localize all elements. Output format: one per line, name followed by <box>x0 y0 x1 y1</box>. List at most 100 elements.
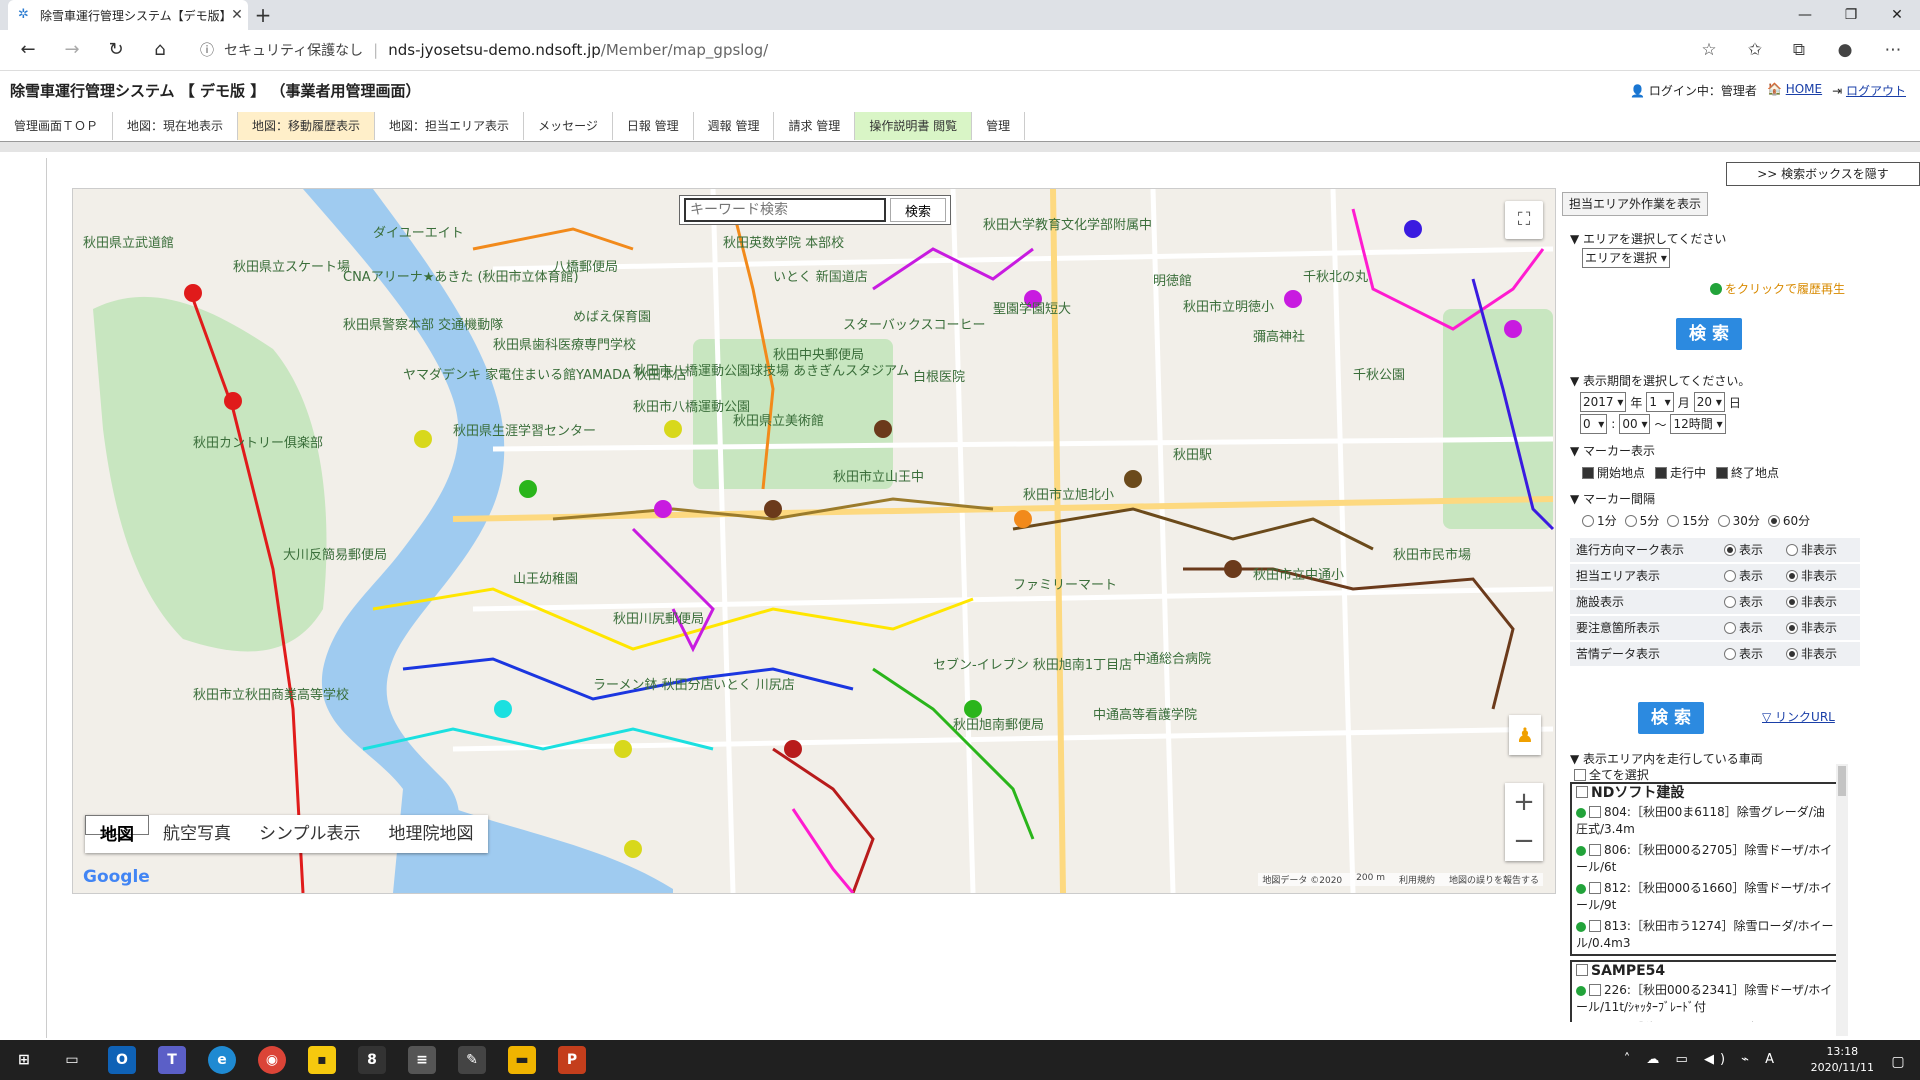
play-icon[interactable] <box>1576 883 1586 894</box>
nav-tab[interactable]: 日報 管理 <box>612 112 694 140</box>
minute-select[interactable]: 00 ▾ <box>1619 414 1651 434</box>
checkbox-icon[interactable] <box>1589 843 1601 856</box>
teams-icon[interactable]: T <box>158 1046 186 1074</box>
checkbox-icon[interactable] <box>1576 964 1588 976</box>
info-icon[interactable]: ⓘ <box>200 40 214 60</box>
radio-icon[interactable] <box>1724 543 1736 556</box>
powerpoint-icon[interactable]: P <box>558 1046 586 1074</box>
nav-tab[interactable]: メッセージ <box>524 112 613 140</box>
radio-icon[interactable] <box>1786 569 1798 582</box>
logout-link-text[interactable]: ログアウト <box>1846 84 1906 98</box>
checkbox-icon[interactable] <box>1589 881 1601 894</box>
vehicle-item[interactable]: 804:［秋田00ま6118］除雪グレーダ/油圧式/3.4m <box>1572 802 1840 840</box>
vehicle-item[interactable]: 812:［秋田000る1660］除雪ドーザ/ホイール/9t <box>1572 878 1840 916</box>
vehicle-item[interactable]: 806:［秋田000る2705］除雪ドーザ/ホイール/6t <box>1572 840 1840 878</box>
chrome-icon[interactable]: ◉ <box>258 1046 286 1074</box>
search-button-bottom[interactable]: 検 索 <box>1638 702 1704 734</box>
nav-tab[interactable]: 管理 <box>972 112 1026 140</box>
play-icon[interactable] <box>1576 807 1586 818</box>
minimize-icon[interactable]: — <box>1782 0 1828 30</box>
marker-pin[interactable] <box>614 740 632 758</box>
marker-start-checkbox[interactable]: 開始地点 <box>1582 464 1645 481</box>
sticky-notes-icon[interactable]: ▪ <box>308 1046 336 1074</box>
marker-pin[interactable] <box>224 392 242 410</box>
marker-pin[interactable] <box>624 840 642 858</box>
home-icon[interactable]: ⌂ <box>146 38 174 62</box>
nav-tab[interactable]: 週報 管理 <box>693 112 775 140</box>
radio-icon[interactable] <box>1624 514 1637 527</box>
outlook-icon[interactable]: O <box>108 1046 136 1074</box>
marker-pin[interactable] <box>654 500 672 518</box>
vehicle-list-scrollbar[interactable] <box>1836 764 1848 1036</box>
year-select[interactable]: 2017 ▾ <box>1580 392 1627 412</box>
marker-pin[interactable] <box>784 740 802 758</box>
nav-tab[interactable]: 請求 管理 <box>774 112 856 140</box>
radio-icon[interactable] <box>1786 647 1798 660</box>
map-type-button[interactable]: 航空写真 <box>149 815 245 853</box>
radio-icon[interactable] <box>1724 595 1736 608</box>
radio-icon[interactable] <box>1717 514 1730 527</box>
map-type-button[interactable]: 地図 <box>85 815 149 845</box>
option-show-radio[interactable]: 表示 <box>1724 538 1763 562</box>
option-show-radio[interactable]: 表示 <box>1724 590 1763 614</box>
checkbox-icon[interactable] <box>1582 466 1594 479</box>
back-icon[interactable]: ← <box>14 38 42 62</box>
play-icon[interactable] <box>1576 985 1586 996</box>
radio-icon[interactable] <box>1786 621 1798 634</box>
map-type-button[interactable]: 地理院地図 <box>375 815 488 853</box>
home-link-text[interactable]: HOME <box>1786 82 1822 96</box>
radio-icon[interactable] <box>1786 595 1798 608</box>
marker-running-checkbox[interactable]: 走行中 <box>1655 464 1706 481</box>
start-icon[interactable]: ⊞ <box>10 1046 38 1074</box>
url-field[interactable]: ⓘ セキュリティ保護なし | nds-jyosetsu-demo.ndsoft.… <box>190 36 1750 64</box>
checkbox-icon[interactable] <box>1655 466 1668 479</box>
checkbox-icon[interactable] <box>1716 466 1729 479</box>
checkbox-icon[interactable] <box>1589 983 1601 996</box>
radio-icon[interactable] <box>1724 647 1736 660</box>
play-icon[interactable] <box>1576 921 1586 932</box>
scrollbar-thumb[interactable] <box>1838 766 1846 796</box>
terms-link[interactable]: 利用規約 <box>1399 873 1435 886</box>
option-hide-radio[interactable]: 非表示 <box>1786 590 1837 614</box>
checkbox-icon[interactable] <box>1576 786 1588 798</box>
map-search-input[interactable] <box>684 198 886 222</box>
vehicle-group-header[interactable]: SAMPE54 <box>1572 962 1840 980</box>
checkbox-icon[interactable] <box>1574 768 1586 781</box>
profile-avatar-icon[interactable]: ● <box>1832 38 1858 62</box>
map-search-button[interactable]: 検索 <box>890 198 946 222</box>
option-show-radio[interactable]: 表示 <box>1724 564 1763 588</box>
link-url[interactable]: ▽ リンクURL <box>1762 708 1835 725</box>
interval-radio[interactable]: 5分 <box>1624 512 1659 529</box>
report-error-link[interactable]: 地図の誤りを報告する <box>1449 873 1539 886</box>
option-hide-radio[interactable]: 非表示 <box>1786 616 1837 640</box>
explorer-icon[interactable]: ▬ <box>508 1046 536 1074</box>
radio-icon[interactable] <box>1724 621 1736 634</box>
interval-radio[interactable]: 30分 <box>1717 512 1760 529</box>
radio-icon[interactable] <box>1667 514 1680 527</box>
vehicle-item[interactable]: 813:［秋田市う1274］除雪ローダ/ホイール/0.4m3 <box>1572 916 1840 954</box>
marker-pin[interactable] <box>184 284 202 302</box>
app-icon[interactable]: 8 <box>358 1046 386 1074</box>
play-icon[interactable] <box>1576 845 1586 856</box>
radio-icon[interactable] <box>1786 543 1798 556</box>
close-tab-icon[interactable]: ✕ <box>226 7 248 23</box>
nav-tab[interactable]: 管理画面ＴＯＰ <box>0 112 114 140</box>
marker-pin[interactable] <box>764 500 782 518</box>
system-tray[interactable]: ˄ ☁ ▭ ◀) ⌁ A <box>1624 1052 1780 1067</box>
interval-radio[interactable]: 1分 <box>1582 512 1617 529</box>
notification-icon[interactable]: ▢ <box>1884 1048 1912 1076</box>
nav-tab[interactable]: 地図：担当エリア表示 <box>375 112 525 140</box>
marker-pin[interactable] <box>1224 560 1242 578</box>
interval-radio[interactable]: 15分 <box>1667 512 1710 529</box>
radio-icon[interactable] <box>1582 514 1594 527</box>
reload-icon[interactable]: ↻ <box>102 38 130 62</box>
checkbox-icon[interactable] <box>1589 1021 1601 1022</box>
marker-pin[interactable] <box>964 700 982 718</box>
notepad-icon[interactable]: ≡ <box>408 1046 436 1074</box>
checkbox-icon[interactable] <box>1589 919 1601 932</box>
option-show-radio[interactable]: 表示 <box>1724 642 1763 666</box>
outside-area-work-button[interactable]: 担当エリア外作業を表示 <box>1562 192 1709 216</box>
radio-icon[interactable] <box>1767 514 1780 527</box>
logout-link[interactable]: ⇥ ログアウト <box>1832 82 1906 99</box>
nav-tab[interactable]: 地図：移動履歴表示 <box>238 112 376 140</box>
